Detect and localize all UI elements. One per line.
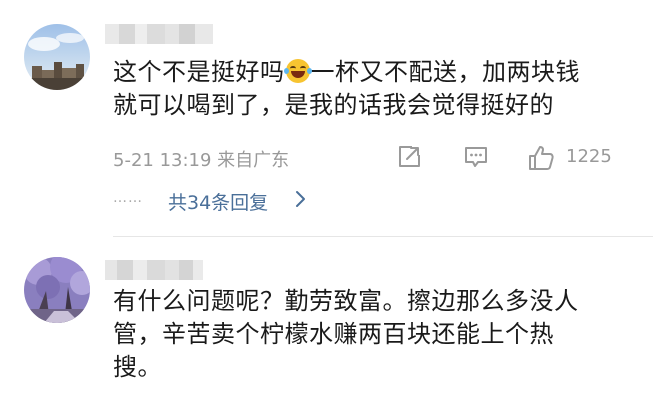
avatar[interactable]	[24, 24, 90, 90]
avatar[interactable]	[24, 257, 90, 323]
replies-dots: ……	[113, 190, 143, 206]
comment-meta: 5-21 13:19 来自广东 1225	[113, 144, 623, 171]
comment-text-line: 有什么问题呢？勤劳致富。擦边那么多没人	[113, 287, 579, 315]
reply-icon[interactable]	[463, 144, 489, 175]
comment-item: 这个不是挺好吗 一杯又不配送，加两块钱 就可以喝到了，是我的话我会觉得挺好的 5-…	[0, 0, 653, 236]
laugh-tears-emoji-icon	[283, 59, 312, 83]
like-count: 1225	[566, 146, 612, 167]
comment-item: 有什么问题呢？勤劳致富。擦边那么多没人 管，辛苦卖个柠檬水赚两百块还能上个热 搜…	[0, 237, 653, 405]
comment-text-line: 一杯又不配送，加两块钱	[310, 58, 580, 86]
comment-text-line: 这个不是挺好吗	[113, 58, 285, 86]
comment-text-line: 管，辛苦卖个柠檬水赚两百块还能上个热	[113, 320, 554, 348]
like-icon[interactable]	[527, 144, 555, 177]
share-icon[interactable]	[396, 144, 422, 175]
comment-text: 这个不是挺好吗 一杯又不配送，加两块钱 就可以喝到了，是我的话我会觉得挺好的	[113, 56, 623, 122]
comment-text: 有什么问题呢？勤劳致富。擦边那么多没人 管，辛苦卖个柠檬水赚两百块还能上个热 搜…	[113, 285, 623, 384]
comment-timestamp: 5-21 13:19 来自广东	[113, 150, 290, 171]
comment-text-line: 搜。	[113, 353, 162, 381]
username-blurred[interactable]	[105, 260, 203, 280]
username-blurred[interactable]	[105, 24, 213, 44]
comment-text-line: 就可以喝到了，是我的话我会觉得挺好的	[113, 91, 554, 119]
chevron-right-icon	[293, 189, 307, 214]
replies-label[interactable]: 共34条回复	[168, 188, 268, 215]
